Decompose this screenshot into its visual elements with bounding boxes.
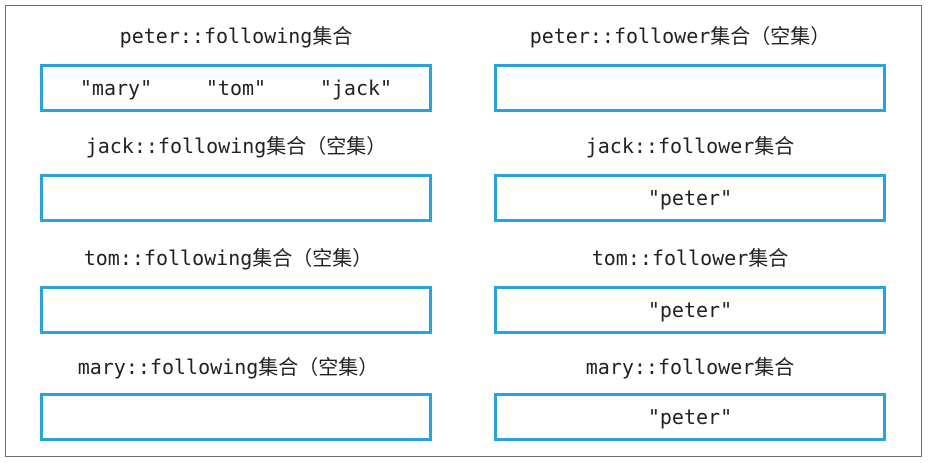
set-member: "mary" (79, 76, 153, 100)
mary-follower-title: mary::follower集合 (585, 355, 795, 379)
peter-following-set: "mary" "tom" "jack" (40, 64, 432, 112)
tom-following-set (40, 286, 432, 334)
tom-following-title: tom::following集合（空集） (83, 246, 373, 270)
mary-follower-set: "peter" (494, 393, 886, 441)
mary-following-set (40, 393, 432, 441)
jack-follower-title: jack::follower集合 (585, 134, 795, 158)
set-member: "peter" (647, 186, 733, 210)
mary-following-title: mary::following集合（空集） (77, 355, 379, 379)
set-member: "jack" (319, 76, 393, 100)
jack-following-set (40, 174, 432, 222)
set-member: "peter" (647, 405, 733, 429)
tom-follower-title: tom::follower集合 (591, 246, 789, 270)
jack-follower-set: "peter" (494, 174, 886, 222)
jack-following-title: jack::following集合（空集） (85, 134, 387, 158)
peter-follower-set (494, 64, 886, 112)
tom-follower-set: "peter" (494, 286, 886, 334)
set-member: "peter" (647, 298, 733, 322)
peter-follower-title: peter::follower集合（空集） (529, 24, 831, 48)
peter-following-title: peter::following集合 (119, 24, 353, 48)
set-member: "tom" (205, 76, 267, 100)
